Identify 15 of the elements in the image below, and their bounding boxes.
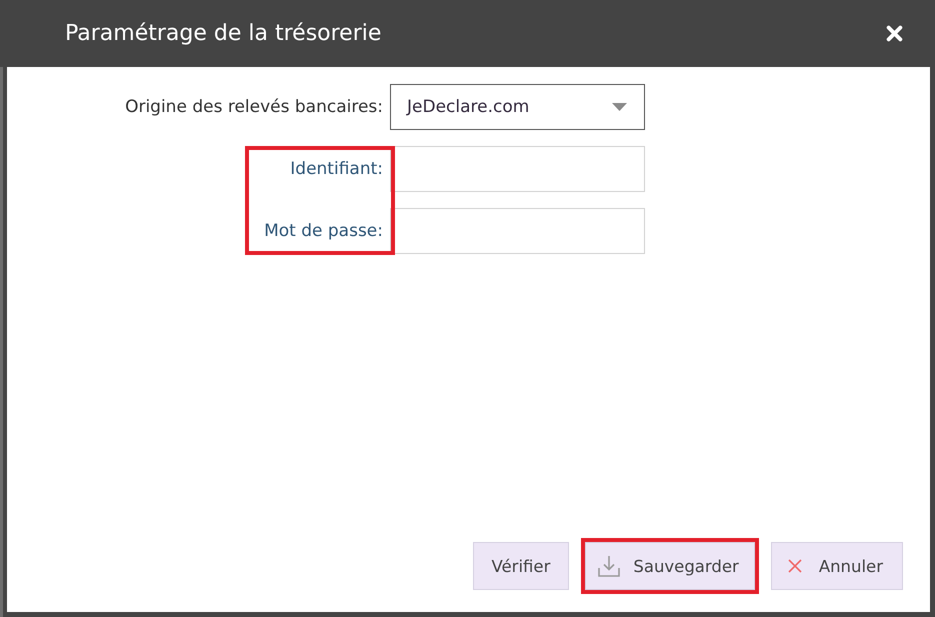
download-icon bbox=[598, 555, 620, 577]
close-icon bbox=[886, 25, 903, 42]
field-label: Mot de passe: bbox=[264, 221, 383, 241]
close-button[interactable] bbox=[886, 25, 903, 42]
field-label: Origine des relevés bancaires: bbox=[125, 97, 383, 117]
cancel-button[interactable]: Annuler bbox=[770, 542, 903, 590]
verify-button[interactable]: Vérifier bbox=[472, 542, 570, 590]
input-field[interactable] bbox=[390, 208, 645, 254]
save-button[interactable]: Sauvegarder bbox=[585, 542, 755, 590]
dialog-title: Paramétrage de la trésorerie bbox=[65, 21, 382, 46]
input-field[interactable] bbox=[390, 146, 645, 192]
field-label: Identifiant: bbox=[290, 159, 383, 179]
caret-icon bbox=[612, 103, 627, 111]
select-field[interactable]: JeDeclare.com bbox=[390, 84, 645, 130]
close-icon bbox=[788, 559, 802, 573]
